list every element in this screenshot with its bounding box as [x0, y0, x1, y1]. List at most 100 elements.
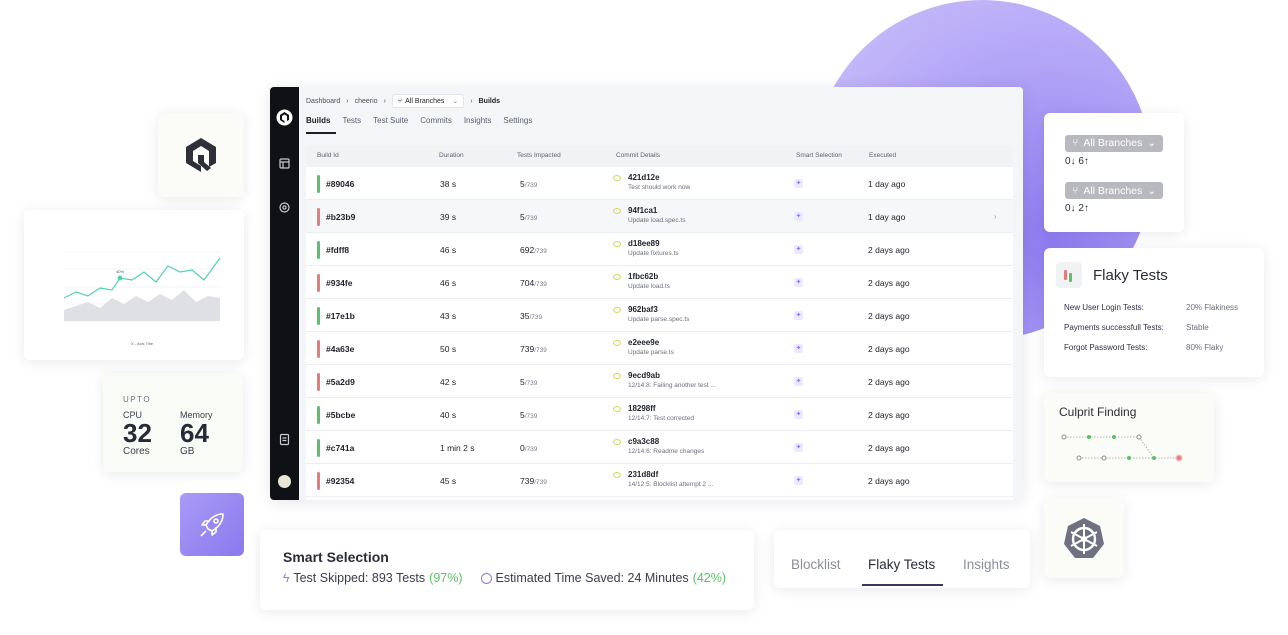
build-id[interactable]: #89046 — [326, 179, 354, 189]
flaky-test-value: Stable — [1186, 323, 1209, 332]
cpu-value: 32 — [123, 418, 152, 448]
column-header[interactable]: Build Id — [317, 152, 339, 159]
smart-selection-icon: ✦ — [794, 212, 803, 221]
build-id[interactable]: #934fe — [326, 278, 352, 288]
commit-hash[interactable]: 9ecd9ab — [628, 371, 716, 380]
spec-upto: UPTO — [123, 395, 152, 404]
time-saved-label: Estimated Time Saved: 24 Minutes — [495, 571, 689, 585]
build-id[interactable]: #5bcbe — [326, 410, 355, 420]
tab-insights[interactable]: Insights — [963, 557, 1010, 572]
breadcrumb: Dashboard › cheerio › ⑂ All Branches ⌄ ›… — [306, 94, 500, 108]
build-id[interactable]: #92354 — [326, 476, 354, 486]
column-header[interactable]: Duration — [439, 152, 464, 159]
table-row[interactable]: #934fe 46 s 704/739 1fbc62b Update load.ts ✦ 2… — [306, 266, 1013, 299]
app-sidebar — [270, 87, 299, 500]
commit-icon — [613, 472, 621, 478]
column-header[interactable]: Executed — [869, 152, 896, 159]
commit-icon — [613, 373, 621, 379]
rocket-card — [180, 493, 244, 556]
user-avatar[interactable] — [278, 475, 291, 488]
commit-hash[interactable]: c9a3c88 — [628, 437, 704, 446]
smart-selection-icon: ✦ — [794, 410, 803, 419]
table-row[interactable]: #89046 38 s 5/739 421d12e Test should work n… — [306, 167, 1013, 200]
tab-builds[interactable]: Builds — [306, 116, 337, 134]
branch-commit-counts: 0↓ 6↑ — [1065, 155, 1089, 167]
build-id[interactable]: #b23b9 — [326, 212, 355, 222]
build-id[interactable]: #17e1b — [326, 311, 355, 321]
status-bar — [317, 274, 320, 292]
tab-test-suite[interactable]: Test Suite — [373, 116, 414, 134]
commit-hash[interactable]: d18ee89 — [628, 239, 679, 248]
commit-details: c9a3c88 12/14:6: Readme changes — [628, 437, 704, 455]
table-row[interactable]: #92354 45 s 739/739 231d8df 14/12:5: Blockli… — [306, 464, 1013, 497]
tests-impacted: 739/739 — [520, 344, 547, 354]
executed-time: 2 days ago — [868, 443, 910, 453]
commit-hash[interactable]: 962baf3 — [628, 305, 689, 314]
commit-hash[interactable]: 1fbc62b — [628, 272, 670, 281]
build-duration: 1 min 2 s — [440, 443, 475, 453]
column-header[interactable]: Commit Details — [616, 152, 660, 159]
crumb-repo[interactable]: cheerio — [355, 98, 378, 105]
commit-hash[interactable]: e2eee9e — [628, 338, 674, 347]
column-header[interactable]: Tests Impacted — [517, 152, 561, 159]
status-bar — [317, 406, 320, 424]
table-row[interactable]: #b23b9 39 s 5/739 94f1ca1 Update load.spec.t… — [306, 200, 1013, 233]
mini-chart-card: 40% X - Axis Title — [24, 210, 244, 360]
build-id[interactable]: #fdff8 — [326, 245, 349, 255]
clock-icon — [480, 572, 492, 584]
crumb-dashboard[interactable]: Dashboard — [306, 98, 340, 105]
commit-icon — [613, 340, 621, 346]
branch-dropdown[interactable]: ⑂ All Branches ⌄ — [1065, 182, 1164, 199]
tab-tests[interactable]: Tests — [342, 116, 367, 134]
culprit-title: Culprit Finding — [1059, 405, 1137, 419]
flaky-row: Payments successfull Tests: Stable — [1064, 323, 1264, 343]
flaky-test-name: Payments successfull Tests: — [1064, 323, 1164, 332]
table-row[interactable]: #5bcbe 40 s 5/739 18298ff 12/14:7: Test corr… — [306, 398, 1013, 431]
flaky-test-value: 80% Flaky — [1186, 343, 1224, 352]
build-id[interactable]: #c741a — [326, 443, 354, 453]
tab-settings[interactable]: Settings — [503, 116, 538, 134]
tab-blocklist[interactable]: Blocklist — [791, 557, 841, 572]
tests-impacted: 35/739 — [520, 311, 543, 321]
branch-dropdown[interactable]: ⑂ All Branches ⌄ — [1065, 134, 1164, 152]
commit-details: 962baf3 Update parse.spec.ts — [628, 305, 689, 323]
status-bar — [317, 373, 320, 391]
chevron-right-icon[interactable]: › — [994, 212, 997, 221]
memory-value: 64 — [180, 418, 209, 448]
docs-icon[interactable] — [278, 433, 291, 446]
branch-dropdown-label: All Branches — [1083, 137, 1143, 149]
culprit-graph — [1061, 434, 1183, 462]
commit-hash[interactable]: 231d8df — [628, 470, 713, 479]
smart-selection-icon: ✦ — [794, 476, 803, 485]
app-logo-icon[interactable] — [276, 109, 293, 126]
rocket-icon — [200, 512, 224, 537]
build-id[interactable]: #4a63e — [326, 344, 354, 354]
table-row[interactable]: #fdff8 46 s 692/739 d18ee89 Update fixtures.… — [306, 233, 1013, 266]
commit-details: 231d8df 14/12:5: Blocklist attempt 2 ... — [628, 470, 713, 488]
smart-selection-icon: ✦ — [794, 344, 803, 353]
flaky-test-name: New User Login Tests: — [1064, 303, 1144, 312]
build-id[interactable]: #5a2d9 — [326, 377, 355, 387]
tab-insights[interactable]: Insights — [464, 116, 498, 134]
branch-select[interactable]: ⑂ All Branches ⌄ — [391, 94, 465, 108]
commit-hash[interactable]: 94f1ca1 — [628, 206, 685, 215]
column-header[interactable]: Smart Selection — [796, 152, 842, 159]
branch-dropdown-label: All Branches — [1083, 184, 1143, 197]
commit-message: Update load.spec.ts — [628, 217, 686, 224]
table-row[interactable]: #5a2d9 42 s 5/739 9ecd9ab 12/14:8: Failing a… — [306, 365, 1013, 398]
settings-icon[interactable] — [278, 201, 291, 214]
tests-impacted: 739/739 — [520, 476, 547, 486]
table-row[interactable]: #17e1b 43 s 35/739 962baf3 Update parse.spec… — [306, 299, 1013, 332]
table-row[interactable]: #4a63e 50 s 739/739 e2eee9e Update parse.ts ✦… — [306, 332, 1013, 365]
crumb-builds: Builds — [478, 97, 501, 105]
tab-commits[interactable]: Commits — [420, 116, 458, 134]
table-row[interactable]: #c741a 1 min 2 s 0/739 c9a3c88 12/14:6: Read… — [306, 431, 1013, 464]
commit-message: 14/12:5: Blocklist attempt 2 ... — [628, 481, 714, 488]
flaky-test-name: Forgot Password Tests: — [1064, 343, 1148, 352]
smart-selection-card: Smart Selection ϟ Test Skipped: 893 Test… — [260, 530, 754, 610]
smart-selection-icon: ✦ — [794, 443, 803, 452]
commit-hash[interactable]: 421d12e — [628, 173, 690, 182]
tab-flaky-tests[interactable]: Flaky Tests — [868, 557, 935, 572]
layout-icon[interactable] — [278, 157, 291, 170]
commit-hash[interactable]: 18298ff — [628, 404, 694, 413]
